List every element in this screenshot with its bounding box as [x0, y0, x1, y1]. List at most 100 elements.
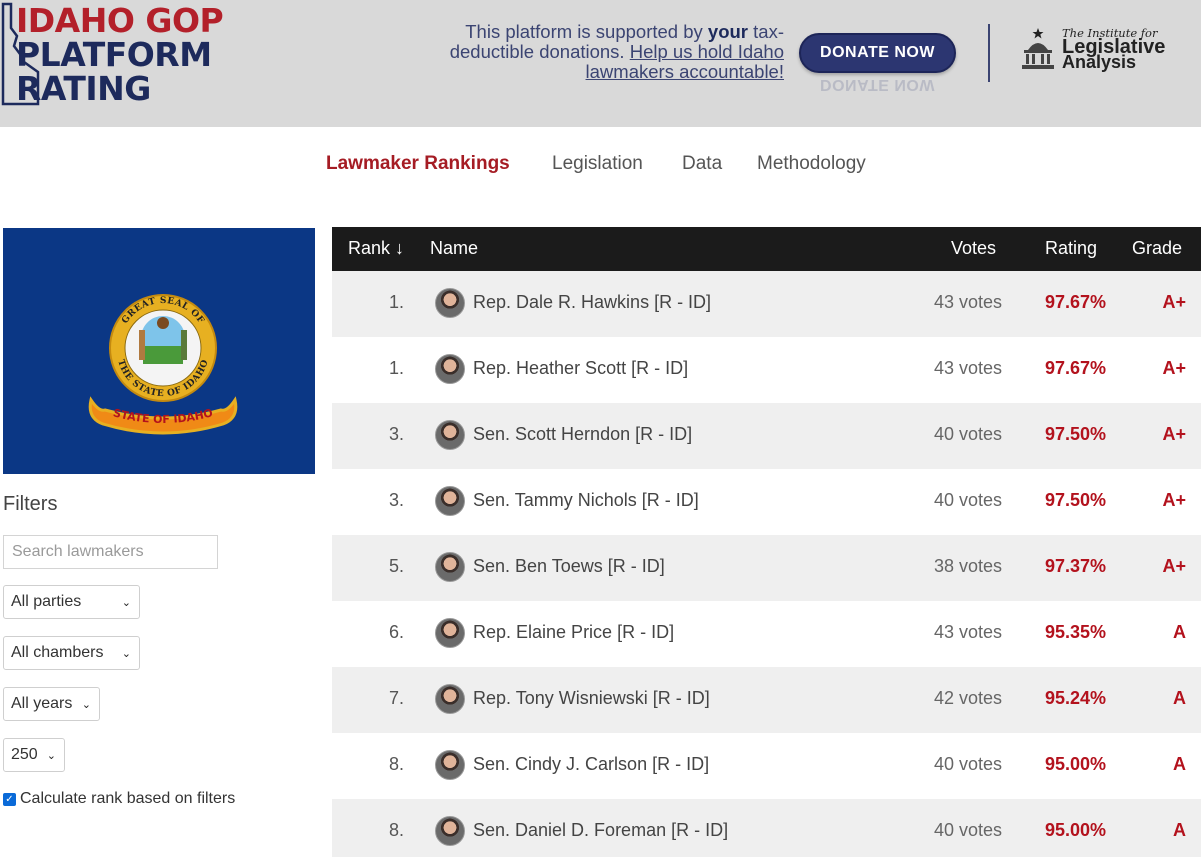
- table-row[interactable]: 5. Sen. Ben Toews [R - ID] 38 votes 97.3…: [332, 535, 1201, 601]
- search-lawmakers-input[interactable]: [3, 535, 218, 569]
- chevron-down-icon: ⌄: [121, 596, 131, 609]
- institute-text-analysis: Analysis: [1062, 52, 1137, 72]
- votes-cell: 42 votes: [933, 688, 1002, 708]
- lawmaker-avatar: [435, 552, 465, 582]
- grade-cell: A: [1173, 754, 1186, 774]
- nav-lawmaker-rankings[interactable]: Lawmaker Rankings: [326, 153, 510, 175]
- grade-cell: A: [1173, 820, 1186, 840]
- site-logo[interactable]: IDAHO GOP PLATFORM RATING: [0, 2, 224, 108]
- lawmaker-name-link[interactable]: Rep. Tony Wisniewski [R - ID]: [473, 688, 710, 709]
- rating-cell: 97.67%: [1044, 358, 1106, 378]
- rating-cell: 97.37%: [1044, 556, 1106, 576]
- lawmaker-avatar: [435, 684, 465, 714]
- grade-cell: A+: [1162, 490, 1186, 510]
- donate-now-button[interactable]: DONATE NOW: [799, 33, 956, 73]
- lawmaker-name-link[interactable]: Sen. Scott Herndon [R - ID]: [473, 424, 692, 445]
- grade-cell: A: [1173, 622, 1186, 642]
- promo-text-emphasis: your: [707, 21, 749, 42]
- chamber-select[interactable]: All chambers ⌄: [3, 636, 140, 670]
- chevron-down-icon: ⌄: [81, 698, 91, 711]
- results-limit-select[interactable]: 250 ⌄: [3, 738, 65, 772]
- logo-text-platform: PLATFORM: [16, 35, 212, 74]
- grade-cell: A+: [1162, 424, 1186, 444]
- rating-cell: 97.50%: [1044, 424, 1106, 444]
- logo-text-idaho-gop: IDAHO GOP: [16, 1, 224, 40]
- table-row[interactable]: 7. Rep. Tony Wisniewski [R - ID] 42 vote…: [332, 667, 1201, 733]
- institute-logo[interactable]: The Institute for Legislative Analysis: [1020, 26, 1200, 76]
- lawmaker-name-link[interactable]: Sen. Daniel D. Foreman [R - ID]: [473, 820, 728, 841]
- lawmaker-name-link[interactable]: Sen. Tammy Nichols [R - ID]: [473, 490, 699, 511]
- capitol-building-icon: [1022, 28, 1054, 69]
- rank-cell: 3.: [388, 490, 404, 510]
- promo-text-pre: This platform is supported by: [465, 21, 708, 42]
- votes-cell: 40 votes: [933, 820, 1002, 840]
- votes-column-header[interactable]: Votes: [951, 238, 996, 259]
- rank-cell: 1.: [388, 358, 404, 378]
- lawmaker-name-link[interactable]: Sen. Ben Toews [R - ID]: [473, 556, 665, 577]
- idaho-state-flag: GREAT SEAL OF THE STATE OF IDAHO STATE O…: [3, 228, 315, 474]
- lawmaker-name-link[interactable]: Rep. Heather Scott [R - ID]: [473, 358, 688, 379]
- votes-cell: 38 votes: [933, 556, 1002, 576]
- lawmaker-avatar: [435, 750, 465, 780]
- rating-cell: 97.67%: [1044, 292, 1106, 312]
- calculate-rank-checkbox[interactable]: ✓: [3, 792, 16, 806]
- lawmaker-name-link[interactable]: Sen. Cindy J. Carlson [R - ID]: [473, 754, 709, 775]
- header-divider: [988, 24, 990, 82]
- grade-cell: A: [1173, 688, 1186, 708]
- lawmaker-avatar: [435, 618, 465, 648]
- donation-message: This platform is supported by your tax-d…: [394, 22, 784, 82]
- lawmaker-name-link[interactable]: Rep. Dale R. Hawkins [R - ID]: [473, 292, 711, 313]
- rank-cell: 6.: [388, 622, 404, 642]
- rank-cell: 7.: [388, 688, 404, 708]
- table-row[interactable]: 8. Sen. Daniel D. Foreman [R - ID] 40 vo…: [332, 799, 1201, 857]
- rating-cell: 95.24%: [1044, 688, 1106, 708]
- main-nav: Lawmaker Rankings Legislation Data Metho…: [0, 153, 1201, 179]
- table-row[interactable]: 3. Sen. Scott Herndon [R - ID] 40 votes …: [332, 403, 1201, 469]
- rank-cell: 8.: [388, 820, 404, 840]
- lawmaker-avatar: [435, 420, 465, 450]
- votes-cell: 40 votes: [933, 490, 1002, 510]
- lawmaker-avatar: [435, 816, 465, 846]
- lawmaker-name-link[interactable]: Rep. Elaine Price [R - ID]: [473, 622, 674, 643]
- votes-cell: 40 votes: [933, 754, 1002, 774]
- donate-button-reflection: DONATE NOW: [820, 76, 935, 92]
- year-select[interactable]: All years ⌄: [3, 687, 100, 721]
- chamber-select-value: All chambers: [11, 644, 104, 661]
- chevron-down-icon: ⌄: [46, 749, 56, 762]
- filters-heading: Filters: [3, 493, 58, 515]
- votes-cell: 40 votes: [933, 424, 1002, 444]
- party-select[interactable]: All parties ⌄: [3, 585, 140, 619]
- rating-column-header[interactable]: Rating: [1045, 238, 1097, 259]
- votes-cell: 43 votes: [933, 622, 1002, 642]
- rank-cell: 8.: [388, 754, 404, 774]
- calculate-rank-option: ✓ Calculate rank based on filters: [3, 790, 235, 808]
- votes-cell: 43 votes: [933, 358, 1002, 378]
- votes-cell: 43 votes: [933, 292, 1002, 312]
- rating-cell: 95.35%: [1044, 622, 1106, 642]
- grade-cell: A+: [1162, 556, 1186, 576]
- site-header: IDAHO GOP PLATFORM RATING This platform …: [0, 0, 1201, 127]
- table-row[interactable]: 8. Sen. Cindy J. Carlson [R - ID] 40 vot…: [332, 733, 1201, 799]
- logo-text-rating: RATING: [16, 69, 151, 108]
- chevron-down-icon: ⌄: [121, 647, 131, 660]
- grade-cell: A+: [1162, 292, 1186, 312]
- table-row[interactable]: 1. Rep. Dale R. Hawkins [R - ID] 43 vote…: [332, 271, 1201, 337]
- table-row[interactable]: 1. Rep. Heather Scott [R - ID] 43 votes …: [332, 337, 1201, 403]
- lawmaker-avatar: [435, 354, 465, 384]
- rating-cell: 97.50%: [1044, 490, 1106, 510]
- nav-data[interactable]: Data: [682, 153, 722, 175]
- name-column-header[interactable]: Name: [430, 238, 478, 259]
- rank-cell: 3.: [388, 424, 404, 444]
- rankings-table-header: Rank ↓ Name Votes Rating Grade: [332, 227, 1201, 271]
- rank-column-header[interactable]: Rank ↓: [348, 238, 404, 259]
- state-seal-icon: GREAT SEAL OF THE STATE OF IDAHO STATE O…: [88, 294, 238, 435]
- nav-legislation[interactable]: Legislation: [552, 153, 643, 175]
- table-row[interactable]: 3. Sen. Tammy Nichols [R - ID] 40 votes …: [332, 469, 1201, 535]
- results-limit-value: 250: [11, 746, 38, 763]
- rating-cell: 95.00%: [1044, 754, 1106, 774]
- grade-column-header[interactable]: Grade: [1132, 238, 1182, 259]
- rating-cell: 95.00%: [1044, 820, 1106, 840]
- calculate-rank-label: Calculate rank based on filters: [20, 790, 236, 807]
- nav-methodology[interactable]: Methodology: [757, 153, 866, 175]
- table-row[interactable]: 6. Rep. Elaine Price [R - ID] 43 votes 9…: [332, 601, 1201, 667]
